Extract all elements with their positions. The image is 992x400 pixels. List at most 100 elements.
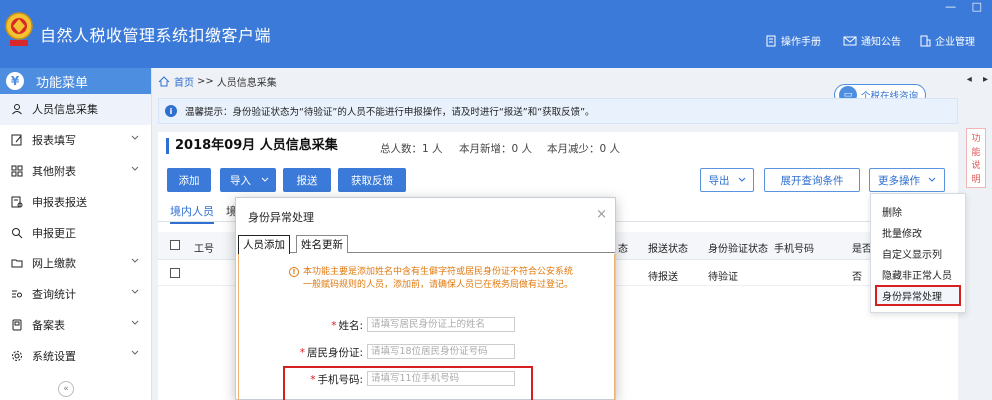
- notice-link[interactable]: 通知公告: [843, 33, 901, 48]
- sidebar-item-filing[interactable]: 备案表: [0, 310, 151, 341]
- id-card-label: * 居民身份证:: [299, 347, 363, 359]
- dialog-title: 身份异常处理: [248, 211, 314, 224]
- chevron-down-icon: [131, 351, 139, 356]
- import-button[interactable]: 导入: [220, 168, 276, 192]
- gear-icon: [10, 349, 24, 363]
- sidebar: ¥ 功能菜单 人员信息采集 报表填写 其他附表 申报表报送 申报更正 网上缴款 …: [0, 68, 152, 400]
- func-desc-char: 说: [971, 161, 981, 172]
- func-desc-char: 明: [971, 174, 981, 185]
- select-all-checkbox[interactable]: [170, 240, 180, 250]
- export-label: 导出: [708, 174, 730, 187]
- col-flag: 是否: [852, 244, 872, 255]
- list-search-icon: [10, 287, 24, 301]
- tab-add-person[interactable]: 人员添加: [238, 235, 290, 254]
- menu-item-identity-exception[interactable]: 身份异常处理: [875, 285, 961, 306]
- tab-prev-button[interactable]: ◂: [967, 74, 972, 85]
- breadcrumb-current: 人员信息采集: [216, 78, 277, 89]
- sidebar-item-personnel[interactable]: 人员信息采集: [0, 94, 151, 125]
- grid-icon: [10, 164, 24, 178]
- get-feedback-button[interactable]: 获取反馈: [338, 168, 406, 192]
- sidebar-item-label: 网上缴款: [32, 257, 76, 271]
- menu-header: ¥ 功能菜单: [0, 68, 151, 94]
- search-icon: [10, 226, 24, 240]
- manual-link[interactable]: 操作手册: [765, 33, 821, 48]
- row-checkbox[interactable]: [170, 268, 180, 278]
- add-button[interactable]: 添加: [167, 168, 211, 192]
- col-submit-status: 报送状态: [648, 244, 688, 255]
- edit-icon: [10, 133, 24, 147]
- phone-label: * 手机号码:: [310, 374, 363, 386]
- company-label: 企业管理: [935, 37, 975, 48]
- import-label: 导入: [230, 174, 251, 187]
- chevron-down-icon: [131, 258, 139, 263]
- sidebar-item-label: 其他附表: [32, 164, 76, 178]
- sidebar-item-label: 人员信息采集: [32, 103, 98, 117]
- dialog-body: ! 本功能主要是添加姓名中含有生僻字符或居民身份证不符合公安系统一般赋码规则的人…: [238, 254, 615, 400]
- function-description-tab[interactable]: 功 能 说 明: [966, 128, 986, 188]
- page-title: 2018年09月 人员信息采集: [166, 138, 338, 154]
- breadcrumb-home[interactable]: 首页: [174, 74, 194, 89]
- identity-exception-dialog: 身份异常处理 × 人员添加 姓名更新 ! 本功能主要是添加姓名中含有生僻字符或居…: [235, 197, 616, 400]
- company-link[interactable]: 企业管理: [919, 33, 975, 48]
- chevron-down-icon: [131, 135, 139, 140]
- col-verify-status: 身份验证状态: [708, 244, 768, 255]
- notice-text: 温馨提示：身份验证状态为“待验证”的人员不能进行申报操作，请及时进行“报送”和“…: [185, 107, 595, 118]
- book-icon: [766, 35, 776, 46]
- maximize-button[interactable]: □: [972, 0, 982, 13]
- more-operations-button[interactable]: 更多操作: [869, 168, 945, 192]
- tab-name-update[interactable]: 姓名更新: [296, 235, 348, 253]
- name-input[interactable]: [367, 317, 515, 332]
- sidebar-item-settings[interactable]: 系统设置: [0, 340, 151, 371]
- col-status: 态: [618, 244, 628, 255]
- submit-button[interactable]: 报送: [283, 168, 331, 192]
- stat-reduced: 本月减少：0 人: [547, 143, 621, 155]
- app-title: 自然人税收管理系统扣缴客户端: [40, 26, 272, 45]
- document-icon: [10, 318, 24, 332]
- chevron-down-icon: [928, 177, 936, 182]
- cell-submit-status: 待报送: [648, 272, 678, 283]
- menu-item-hide-abnormal[interactable]: 隐藏非正常人员: [871, 264, 965, 285]
- folder-icon: [10, 256, 24, 270]
- breadcrumb: 首页 >> 人员信息采集: [158, 74, 277, 89]
- stat-total: 总人数：1 人: [380, 143, 443, 155]
- col-employee-id: 工号: [194, 244, 214, 255]
- menu-header-label: 功能菜单: [36, 75, 89, 91]
- sidebar-item-report-submit[interactable]: 申报表报送: [0, 186, 151, 217]
- tax-emblem-icon: [5, 12, 33, 46]
- menu-item-custom-columns[interactable]: 自定义显示列: [871, 243, 965, 264]
- menu-item-batch-edit[interactable]: 批量修改: [871, 222, 965, 243]
- cell-verify-status: 待验证: [708, 272, 738, 283]
- tab-domestic[interactable]: 境内人员: [170, 203, 214, 224]
- sidebar-item-label: 申报更正: [32, 226, 76, 240]
- id-card-input[interactable]: [367, 344, 515, 359]
- collapse-sidebar-button[interactable]: «: [58, 381, 74, 397]
- export-button[interactable]: 导出: [700, 168, 754, 192]
- cell-flag: 否: [852, 272, 862, 283]
- menu-item-delete[interactable]: 删除: [871, 201, 965, 222]
- breadcrumb-separator: >>: [197, 76, 214, 87]
- sidebar-item-label: 申报表报送: [32, 195, 87, 209]
- expand-query-button[interactable]: 展开查询条件: [764, 168, 860, 192]
- sidebar-item-other-attachments[interactable]: 其他附表: [0, 156, 151, 187]
- building-icon: [920, 35, 931, 46]
- info-icon: i: [165, 105, 177, 117]
- sidebar-item-query-stats[interactable]: 查询统计: [0, 279, 151, 310]
- home-icon: [158, 76, 170, 87]
- window-controls[interactable]: — □: [933, 0, 982, 14]
- sidebar-item-report-fill[interactable]: 报表填写: [0, 125, 151, 156]
- report-icon: [10, 195, 24, 209]
- sidebar-item-online-payment[interactable]: 网上缴款: [0, 248, 151, 279]
- func-desc-char: 能: [971, 147, 981, 158]
- notice-label: 通知公告: [861, 37, 901, 48]
- tab-next-button[interactable]: ▸: [983, 74, 988, 85]
- minimize-button[interactable]: —: [945, 0, 956, 13]
- title-bar: 自然人税收管理系统扣缴客户端 — □ 操作手册 通知公告 企业管理: [0, 0, 992, 68]
- sidebar-item-label: 系统设置: [32, 349, 76, 363]
- close-icon[interactable]: ×: [596, 207, 607, 222]
- person-icon: [10, 102, 24, 116]
- more-operations-label: 更多操作: [878, 174, 920, 187]
- sidebar-item-label: 报表填写: [32, 134, 76, 148]
- sidebar-item-report-correct[interactable]: 申报更正: [0, 217, 151, 248]
- warning-message: ! 本功能主要是添加姓名中含有生僻字符或居民身份证不符合公安系统一般赋码规则的人…: [289, 266, 579, 292]
- phone-input[interactable]: [367, 371, 515, 386]
